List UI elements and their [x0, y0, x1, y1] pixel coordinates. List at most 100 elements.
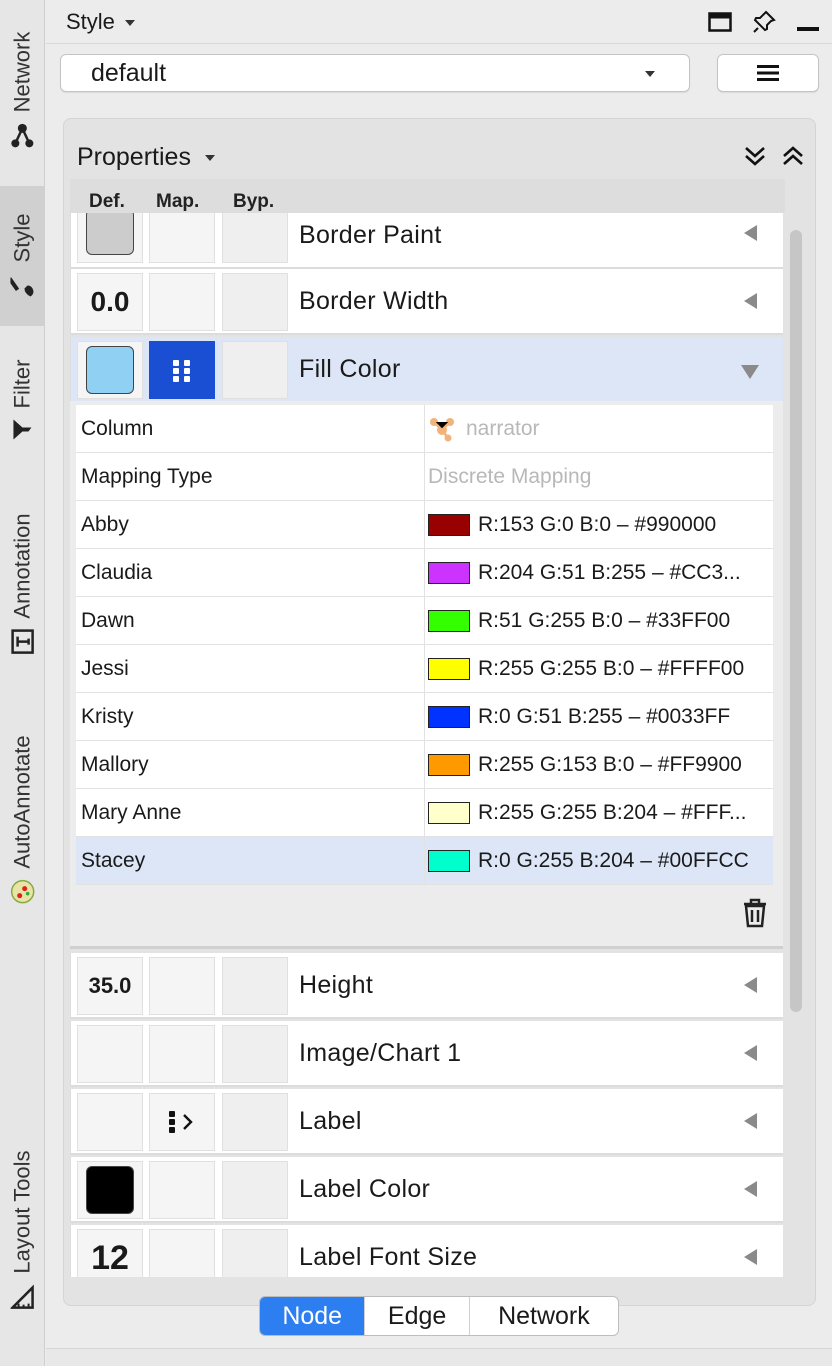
mapping-entry-value[interactable]: R:255 G:153 B:0 – #FF9900	[425, 741, 773, 788]
mapping-entry-row[interactable]: Kristy R:0 G:51 B:255 – #0033FF	[76, 693, 773, 741]
bypass-cell[interactable]	[222, 1161, 288, 1219]
tab-node[interactable]: Node	[260, 1297, 366, 1335]
mapping-entry-value[interactable]: R:51 G:255 B:0 – #33FF00	[425, 597, 773, 644]
property-list-scrollbar[interactable]	[788, 230, 804, 1276]
column-header-def: Def.	[89, 191, 125, 212]
pin-icon[interactable]	[752, 10, 776, 34]
column-header-map: Map.	[156, 191, 200, 212]
bypass-cell[interactable]	[222, 341, 288, 399]
mapping-entry-key: Kristy	[76, 693, 425, 740]
mapping-entry-key: Mary Anne	[76, 789, 425, 836]
mapping-entry-row[interactable]: Mallory R:255 G:153 B:0 – #FF9900	[76, 741, 773, 789]
mapping-cell[interactable]	[149, 1025, 215, 1083]
mapping-cell[interactable]	[149, 1161, 215, 1219]
property-name: Border Paint	[299, 221, 442, 249]
side-tab-annotation[interactable]: Annotation	[0, 484, 45, 684]
default-value-cell[interactable]: 35.0	[77, 957, 143, 1015]
collapse-arrow-icon[interactable]	[741, 365, 759, 379]
mapping-cell[interactable]	[149, 1093, 215, 1151]
tab-network[interactable]: Network	[470, 1297, 618, 1335]
property-list[interactable]: Border Paint 0.0 Border Width Fill Color	[70, 213, 786, 1277]
bypass-cell[interactable]	[222, 1025, 288, 1083]
mapping-entry-value[interactable]: R:255 G:255 B:204 – #FFF...	[425, 789, 773, 836]
mapping-entry-row[interactable]: Dawn R:51 G:255 B:0 – #33FF00	[76, 597, 773, 645]
color-text: R:0 G:255 B:204 – #00FFCC	[478, 848, 749, 872]
mapping-entry-value[interactable]: R:0 G:51 B:255 – #0033FF	[425, 693, 773, 740]
mapping-entry-key: Mallory	[76, 741, 425, 788]
hamburger-menu-icon	[757, 65, 779, 81]
side-tab-autoannotate[interactable]: AutoAnnotate	[0, 700, 45, 940]
default-value-cell[interactable]	[77, 1161, 143, 1219]
expand-arrow-icon[interactable]	[744, 1181, 757, 1197]
mapping-entry-row[interactable]: Claudia R:204 G:51 B:255 – #CC3...	[76, 549, 773, 597]
side-tab-filter[interactable]: Filter	[0, 340, 45, 460]
side-tab-layout-tools[interactable]: Layout Tools	[0, 1120, 45, 1340]
default-value-text: 12	[91, 1238, 129, 1277]
mapping-entry-row[interactable]: Stacey R:0 G:255 B:204 – #00FFCC	[76, 837, 773, 885]
property-row-fill-color[interactable]: Fill Color	[70, 337, 783, 403]
default-value-cell[interactable]: 12	[77, 1229, 143, 1277]
expand-arrow-icon[interactable]	[744, 225, 757, 241]
expand-arrow-icon[interactable]	[744, 1045, 757, 1061]
network-icon	[11, 123, 34, 148]
mapping-type-value[interactable]: Discrete Mapping	[425, 453, 773, 500]
mapping-column-value[interactable]: narrator	[425, 405, 773, 452]
bypass-cell[interactable]	[222, 1229, 288, 1277]
style-options-button[interactable]	[717, 54, 819, 92]
properties-panel: Properties Def. Map. Byp. Border Paint 0…	[63, 118, 816, 1306]
float-window-icon[interactable]	[708, 12, 732, 32]
property-row-label[interactable]: Label	[70, 1089, 783, 1155]
property-row-label-font-size[interactable]: 12 Label Font Size	[70, 1225, 783, 1277]
expand-arrow-icon[interactable]	[744, 293, 757, 309]
property-row-label-color[interactable]: Label Color	[70, 1157, 783, 1223]
mapping-cell[interactable]	[149, 341, 215, 399]
bypass-cell[interactable]	[222, 273, 288, 331]
bypass-cell[interactable]	[222, 1093, 288, 1151]
expand-all-icon[interactable]	[743, 145, 767, 167]
mapping-cell[interactable]	[149, 273, 215, 331]
column-header: Def. Map. Byp.	[70, 179, 785, 213]
mapping-entry-row[interactable]: Abby R:153 G:0 B:0 – #990000	[76, 501, 773, 549]
mapping-entry-value[interactable]: R:0 G:255 B:204 – #00FFCC	[425, 837, 773, 884]
property-row-height[interactable]: 35.0 Height	[70, 953, 783, 1019]
default-value-cell[interactable]	[77, 213, 143, 263]
default-value-cell[interactable]	[77, 341, 143, 399]
collapse-all-icon[interactable]	[781, 145, 805, 167]
mapping-entry-value[interactable]: R:204 G:51 B:255 – #CC3...	[425, 549, 773, 596]
expand-arrow-icon[interactable]	[744, 1249, 757, 1265]
mapping-entry-row[interactable]: Jessi R:255 G:255 B:0 – #FFFF00	[76, 645, 773, 693]
side-tab-style[interactable]: Style	[0, 186, 45, 326]
property-row-border-paint[interactable]: Border Paint	[70, 213, 783, 269]
default-value-cell[interactable]	[77, 1025, 143, 1083]
mapping-cell[interactable]	[149, 213, 215, 263]
color-text: R:153 G:0 B:0 – #990000	[478, 512, 717, 536]
mapping-column-row[interactable]: Column narrator	[76, 405, 773, 453]
panel-title-dropdown[interactable]: Style	[66, 9, 135, 35]
side-tab-network[interactable]: Network	[0, 0, 45, 180]
expand-arrow-icon[interactable]	[744, 1113, 757, 1129]
properties-dropdown[interactable]: Properties	[77, 143, 215, 172]
bypass-cell[interactable]	[222, 957, 288, 1015]
mapping-entry-value[interactable]: R:153 G:0 B:0 – #990000	[425, 501, 773, 548]
scrollbar-thumb[interactable]	[790, 230, 802, 1012]
mapping-cell[interactable]	[149, 957, 215, 1015]
mapping-type-row[interactable]: Mapping Type Discrete Mapping	[76, 453, 773, 501]
default-value-cell[interactable]: 0.0	[77, 273, 143, 331]
delete-mapping-icon[interactable]	[741, 897, 769, 929]
mapping-entry-key: Stacey	[76, 837, 425, 884]
discrete-mapping-icon	[173, 360, 190, 382]
property-row-border-width[interactable]: 0.0 Border Width	[70, 269, 783, 335]
minimize-icon[interactable]	[796, 10, 820, 34]
property-row-image-chart[interactable]: Image/Chart 1	[70, 1021, 783, 1087]
property-name: Border Width	[299, 287, 449, 315]
default-value-cell[interactable]	[77, 1093, 143, 1151]
color-text: R:204 G:51 B:255 – #CC3...	[478, 560, 741, 584]
default-value-text: 35.0	[88, 973, 132, 998]
expand-arrow-icon[interactable]	[744, 977, 757, 993]
bypass-cell[interactable]	[222, 213, 288, 263]
mapping-entry-value[interactable]: R:255 G:255 B:0 – #FFFF00	[425, 645, 773, 692]
style-select[interactable]: default	[60, 54, 690, 92]
tab-edge[interactable]: Edge	[365, 1297, 470, 1335]
mapping-cell[interactable]	[149, 1229, 215, 1277]
mapping-entry-row[interactable]: Mary Anne R:255 G:255 B:204 – #FFF...	[76, 789, 773, 837]
